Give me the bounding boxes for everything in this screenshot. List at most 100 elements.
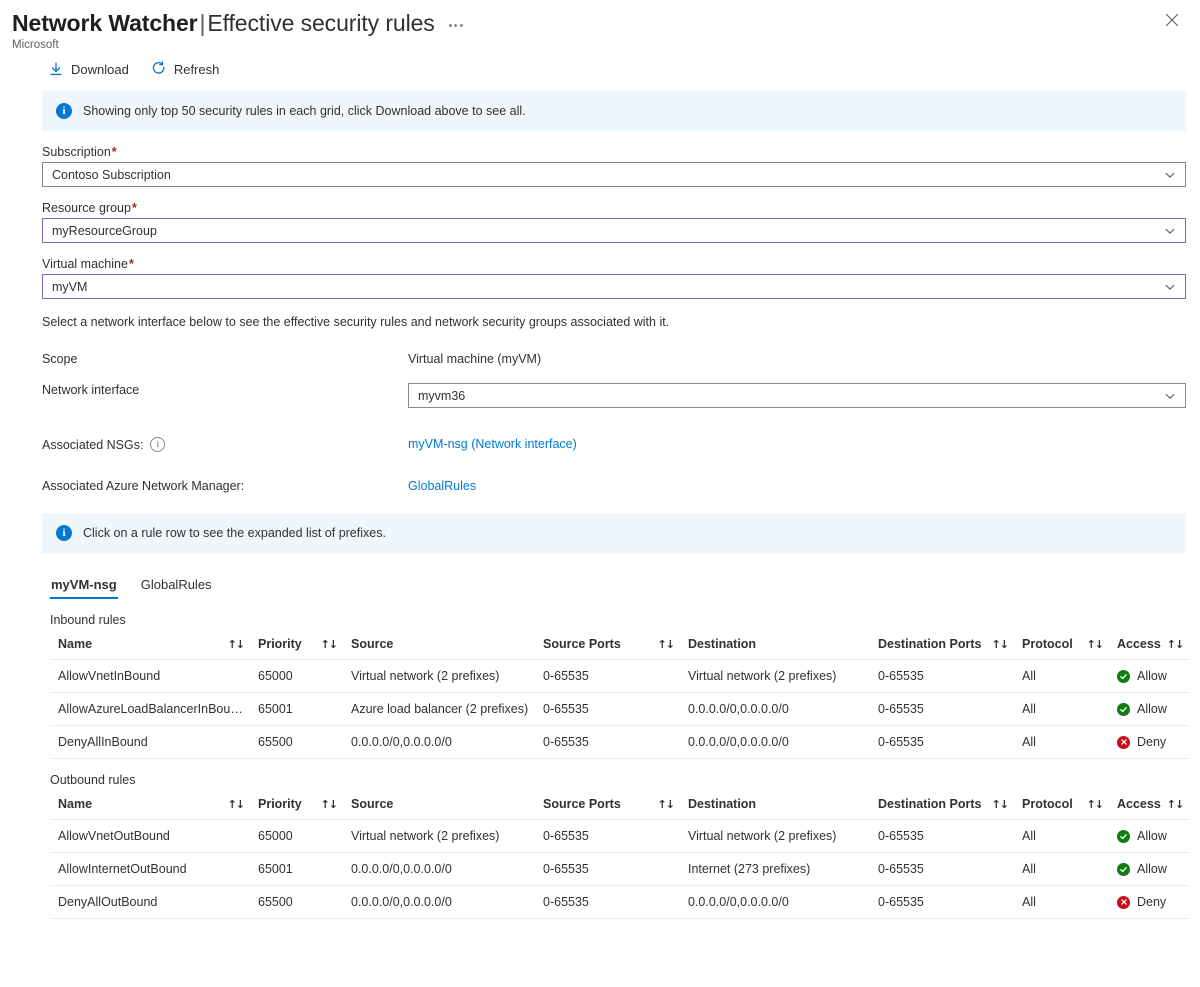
cell-proto: All [1014,820,1109,853]
sort-arrows-icon[interactable]: ↑↓ [658,638,674,651]
cell-name: DenyAllInBound [50,726,250,759]
table-row[interactable]: AllowVnetOutBound65000Virtual network (2… [50,820,1189,853]
cell-prio: 65500 [250,886,343,919]
sort-arrows-icon[interactable]: ↑↓ [1087,638,1103,651]
column-header-inbound-acc[interactable]: Access ↑↓ [1109,633,1189,660]
resource-group-label-text: Resource group [42,201,131,215]
sort-arrows-icon[interactable]: ↑↓ [1167,798,1183,811]
sort-arrows-icon[interactable]: ↑↓ [992,638,1008,651]
cell-proto: All [1014,693,1109,726]
sort-arrows-icon[interactable]: ↑↓ [1167,638,1183,651]
deny-cross-icon [1117,736,1130,749]
network-interface-select[interactable]: myvm36 [408,383,1186,408]
close-icon[interactable] [1158,6,1186,34]
inbound-table-body: AllowVnetInBound65000Virtual network (2 … [50,660,1189,759]
download-icon [48,61,64,77]
chevron-down-icon [1155,169,1185,181]
table-row[interactable]: DenyAllOutBound655000.0.0.0/0,0.0.0.0/00… [50,886,1189,919]
column-header-outbound-dst[interactable]: Destination [680,793,870,820]
cell-dst: Virtual network (2 prefixes) [680,820,870,853]
access-label: Deny [1137,735,1166,749]
column-header-inbound-dport[interactable]: Destination Ports↑↓ [870,633,1014,660]
column-header-label: Destination [688,797,756,811]
sort-arrows-icon[interactable]: ↑↓ [321,798,337,811]
table-header-row: Name ↑↓ Priority ↑↓ SourceSource Ports↑↓ Dest… [50,633,1189,660]
sort-arrows-icon[interactable]: ↑↓ [992,798,1008,811]
column-header-inbound-prio[interactable]: Priority ↑↓ [250,633,343,660]
column-header-outbound-dport[interactable]: Destination Ports↑↓ [870,793,1014,820]
refresh-label: Refresh [174,62,220,77]
sort-arrows-icon[interactable]: ↑↓ [658,798,674,811]
field-virtual-machine: Virtual machine* myVM [42,257,1186,299]
title-row: Network Watcher|Effective security rules [12,10,1200,37]
anm-link[interactable]: GlobalRules [408,479,476,493]
sort-arrows-icon[interactable]: ↑↓ [228,798,244,811]
subscription-select[interactable]: Contoso Subscription [42,162,1186,187]
sort-arrows-icon[interactable]: ↑↓ [228,638,244,651]
network-interface-row: Network interface myvm36 [42,380,1186,408]
cell-proto: All [1014,886,1109,919]
tab-myvm-nsg[interactable]: myVM-nsg [50,573,118,599]
column-header-inbound-dst[interactable]: Destination [680,633,870,660]
cell-prio: 65001 [250,853,343,886]
refresh-button[interactable]: Refresh [149,59,222,79]
outbound-rules-section: Outbound rules Name↑↓Priority↑↓SourceSou… [0,773,1200,919]
resource-group-value: myResourceGroup [52,224,1155,238]
column-header-outbound-sport[interactable]: Source Ports ↑↓ [535,793,680,820]
nsg-link[interactable]: myVM-nsg (Network interface) [408,437,577,451]
table-row[interactable]: AllowInternetOutBound650010.0.0.0/0,0.0.… [50,853,1189,886]
cell-access: Allow [1109,660,1189,693]
scope-row: Scope Virtual machine (myVM) [42,349,1186,366]
column-header-label: Priority [258,637,302,651]
chevron-down-icon [1155,390,1185,402]
column-header-outbound-prio[interactable]: Priority ↑↓ [250,793,343,820]
table-row[interactable]: AllowAzureLoadBalancerInBound65001Azure … [50,693,1189,726]
column-header-outbound-proto[interactable]: Protocol↑↓ [1014,793,1109,820]
column-header-label: Name [58,797,92,811]
cell-name: AllowVnetInBound [50,660,250,693]
cell-sport: 0-65535 [535,886,680,919]
form-area: Subscription* Contoso Subscription Resou… [0,145,1200,493]
column-header-label: Priority [258,797,302,811]
field-resource-group: Resource group* myResourceGroup [42,201,1186,243]
subscription-label: Subscription* [42,145,1186,159]
column-header-outbound-name[interactable]: Name ↑↓ [50,793,250,820]
table-row[interactable]: AllowVnetInBound65000Virtual network (2 … [50,660,1189,693]
allow-check-icon [1117,670,1130,683]
column-header-inbound-src[interactable]: Source [343,633,535,660]
download-button[interactable]: Download [46,59,131,79]
page-title-main: Network Watcher [12,10,198,36]
column-header-label: Name [58,637,92,651]
column-header-label: Access [1117,797,1161,811]
table-header-row: Name↑↓Priority↑↓SourceSource Ports↑↓Dest… [50,793,1189,820]
column-header-outbound-acc[interactable]: Access ↑↓ [1109,793,1189,820]
column-header-inbound-name[interactable]: Name ↑↓ [50,633,250,660]
column-header-inbound-sport[interactable]: Source Ports↑↓ [535,633,680,660]
required-asterisk: * [131,201,137,215]
cell-src: 0.0.0.0/0,0.0.0.0/0 [343,853,535,886]
sort-arrows-icon[interactable]: ↑↓ [321,638,337,651]
cell-dport: 0-65535 [870,853,1014,886]
outbound-table-body: AllowVnetOutBound65000Virtual network (2… [50,820,1189,919]
deny-cross-icon [1117,896,1130,909]
column-header-inbound-proto[interactable]: Protocol↑↓ [1014,633,1109,660]
more-menu-icon[interactable] [445,20,467,31]
info-tooltip-icon[interactable]: i [150,437,165,452]
cell-access: Allow [1109,693,1189,726]
cell-prio: 65500 [250,726,343,759]
table-row[interactable]: DenyAllInBound655000.0.0.0/0,0.0.0.0/00-… [50,726,1189,759]
sort-arrows-icon[interactable]: ↑↓ [1087,798,1103,811]
column-header-outbound-src[interactable]: Source [343,793,535,820]
virtual-machine-select[interactable]: myVM [42,274,1186,299]
column-header-label: Destination [688,637,756,651]
top-info-banner: i Showing only top 50 security rules in … [42,91,1186,131]
cell-sport: 0-65535 [535,726,680,759]
info-icon: i [56,525,72,541]
tab-globalrules[interactable]: GlobalRules [140,573,213,599]
resource-group-select[interactable]: myResourceGroup [42,218,1186,243]
info-icon: i [56,103,72,119]
outbound-table-head: Name↑↓Priority↑↓SourceSource Ports↑↓Dest… [50,793,1189,820]
scope-value: Virtual machine (myVM) [408,349,1186,366]
column-header-label: Access [1117,637,1161,651]
column-header-label: Source Ports [543,797,621,811]
